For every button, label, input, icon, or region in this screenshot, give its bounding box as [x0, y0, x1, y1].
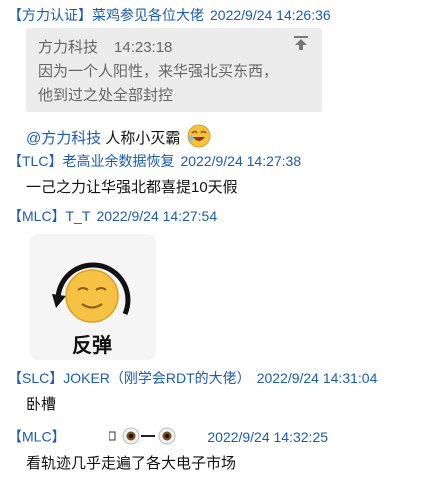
sender-name[interactable]: 【MLC】 [8, 429, 66, 445]
sender-name[interactable]: 【SLC】JOKER（刚学会RDT的大佬） [8, 370, 251, 386]
quoted-message[interactable]: 方力科技 14:23:18 因为一个人阳性，来华强北买东西， 他到过之处全部封控 [26, 28, 322, 112]
message-time: 2022/9/24 14:26:36 [210, 7, 331, 23]
message-header: 【MLC】 2022/9/24 14:32:25 [8, 426, 328, 450]
quote-time: 14:23:18 [114, 39, 173, 56]
sender-nickname-emoji [108, 426, 193, 450]
jump-to-quote-icon[interactable] [292, 34, 310, 52]
message-header: 【方力认证】菜鸡参见各位大佬 2022/9/24 14:26:36 [8, 6, 331, 24]
message-time: 2022/9/24 14:31:04 [256, 370, 378, 386]
quote-line: 他到过之处全部封控 [38, 87, 174, 104]
quote-header: 方力科技 14:23:18 [38, 36, 172, 57]
message-text: 卧槽 [26, 396, 57, 413]
quote-line: 因为一个人阳性，来华强北买东西， [38, 63, 279, 80]
message-text: 一己之力让华强北都喜提10天假 [26, 179, 238, 196]
mention-link[interactable]: @方力科技 [26, 130, 101, 147]
sticker-image[interactable]: 反弹 [30, 234, 156, 360]
message-text: 人称小灭霸 [105, 129, 181, 147]
message-body: @方力科技 人称小灭霸 [26, 124, 211, 154]
message-time: 2022/9/24 14:27:54 [96, 208, 218, 224]
sender-name[interactable]: 【方力认证】菜鸡参见各位大佬 [8, 7, 204, 23]
message-time: 2022/9/24 14:32:25 [207, 428, 329, 445]
laughing-emoji-icon [187, 124, 211, 154]
quote-author: 方力科技 [38, 39, 99, 56]
message-header: 【TLC】老高业余数据恢复 2022/9/24 14:27:38 [8, 152, 301, 170]
message-time: 2022/9/24 14:27:38 [180, 153, 302, 169]
message-header: 【MLC】T_T 2022/9/24 14:27:54 [8, 207, 217, 225]
message-header: 【SLC】JOKER（刚学会RDT的大佬） 2022/9/24 14:31:04 [8, 369, 377, 387]
sender-name[interactable]: 【TLC】老高业余数据恢复 [8, 153, 174, 169]
rebound-face-icon: 反弹 [52, 262, 131, 357]
message-text: 看轨迹几乎走遍了各大电子市场 [26, 455, 237, 472]
sticker-caption: 反弹 [72, 333, 112, 357]
sender-name[interactable]: 【MLC】T_T [8, 208, 90, 224]
